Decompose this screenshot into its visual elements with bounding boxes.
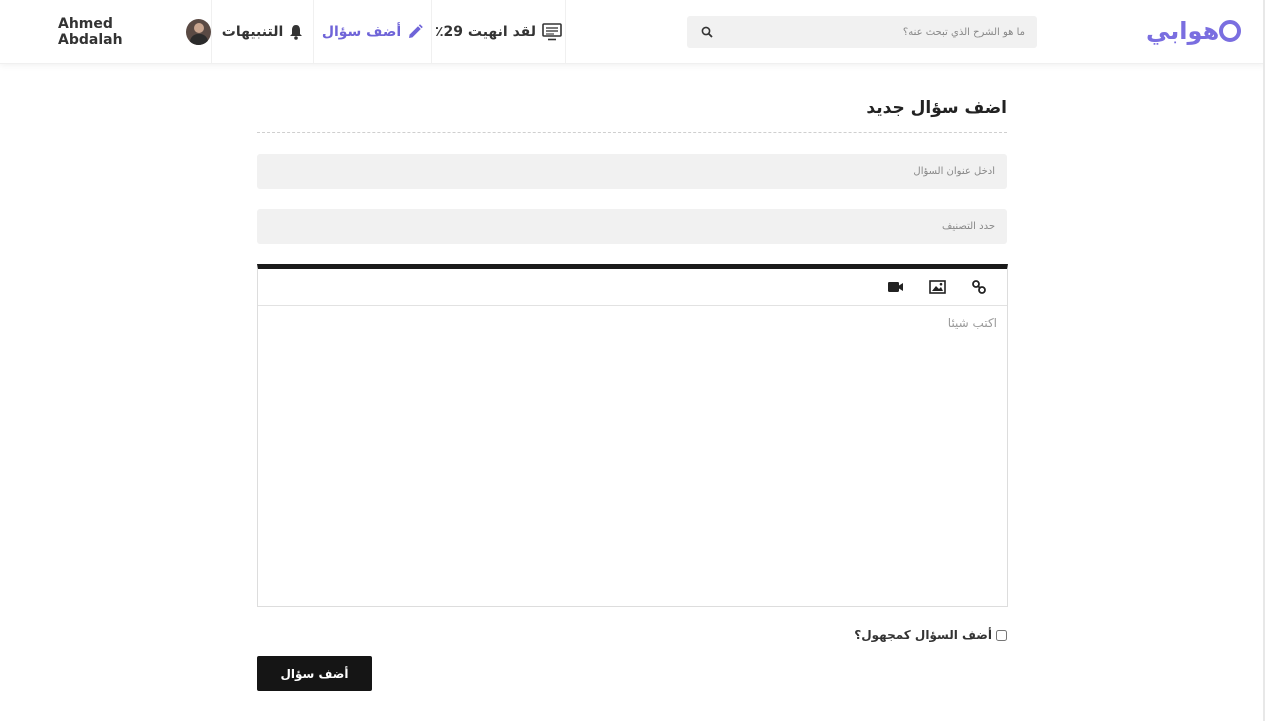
anonymous-checkbox[interactable] — [996, 629, 1007, 641]
page-title: اضف سؤال جديد — [866, 98, 1007, 118]
notifications-nav-item[interactable]: التنبيهات — [211, 0, 313, 64]
anonymous-option[interactable]: أضف السؤال كمجهول؟ — [757, 628, 1007, 642]
user-name: Ahmed Abdalah — [58, 16, 123, 48]
notifications-label: التنبيهات — [221, 24, 284, 40]
progress-nav-item[interactable]: لقد انهيت 29٪ — [431, 0, 566, 64]
video-icon[interactable] — [885, 277, 905, 297]
title-divider — [257, 132, 1007, 133]
pencil-icon — [407, 24, 423, 40]
user-menu[interactable]: Ahmed Abdalah — [58, 0, 211, 64]
progress-label: لقد انهيت 29٪ — [434, 24, 537, 40]
editor-toolbar — [258, 269, 1007, 306]
logo-text: هوابي — [1146, 17, 1220, 45]
image-icon[interactable] — [927, 277, 947, 297]
category-select[interactable] — [257, 209, 1007, 244]
bell-icon — [289, 24, 303, 40]
screen-icon — [542, 23, 562, 41]
search-icon[interactable] — [699, 24, 715, 40]
anonymous-label: أضف السؤال كمجهول؟ — [854, 628, 992, 642]
search-input[interactable] — [715, 26, 1025, 38]
question-title-input[interactable] — [257, 154, 1007, 189]
submit-question-button[interactable]: أضف سؤال — [257, 656, 372, 691]
link-icon[interactable] — [969, 277, 989, 297]
top-header: هوابي لقد انهيت 29٪ أضف سؤال التنبيهات A… — [0, 0, 1265, 64]
add-question-nav-item[interactable]: أضف سؤال — [313, 0, 431, 64]
search-bar — [687, 16, 1037, 48]
add-question-label: أضف سؤال — [321, 24, 402, 40]
site-logo[interactable]: هوابي — [1146, 14, 1243, 48]
question-body-textarea[interactable] — [258, 306, 1007, 602]
logo-mark-icon — [1219, 20, 1242, 42]
rich-text-editor — [257, 264, 1008, 607]
avatar — [185, 19, 211, 45]
